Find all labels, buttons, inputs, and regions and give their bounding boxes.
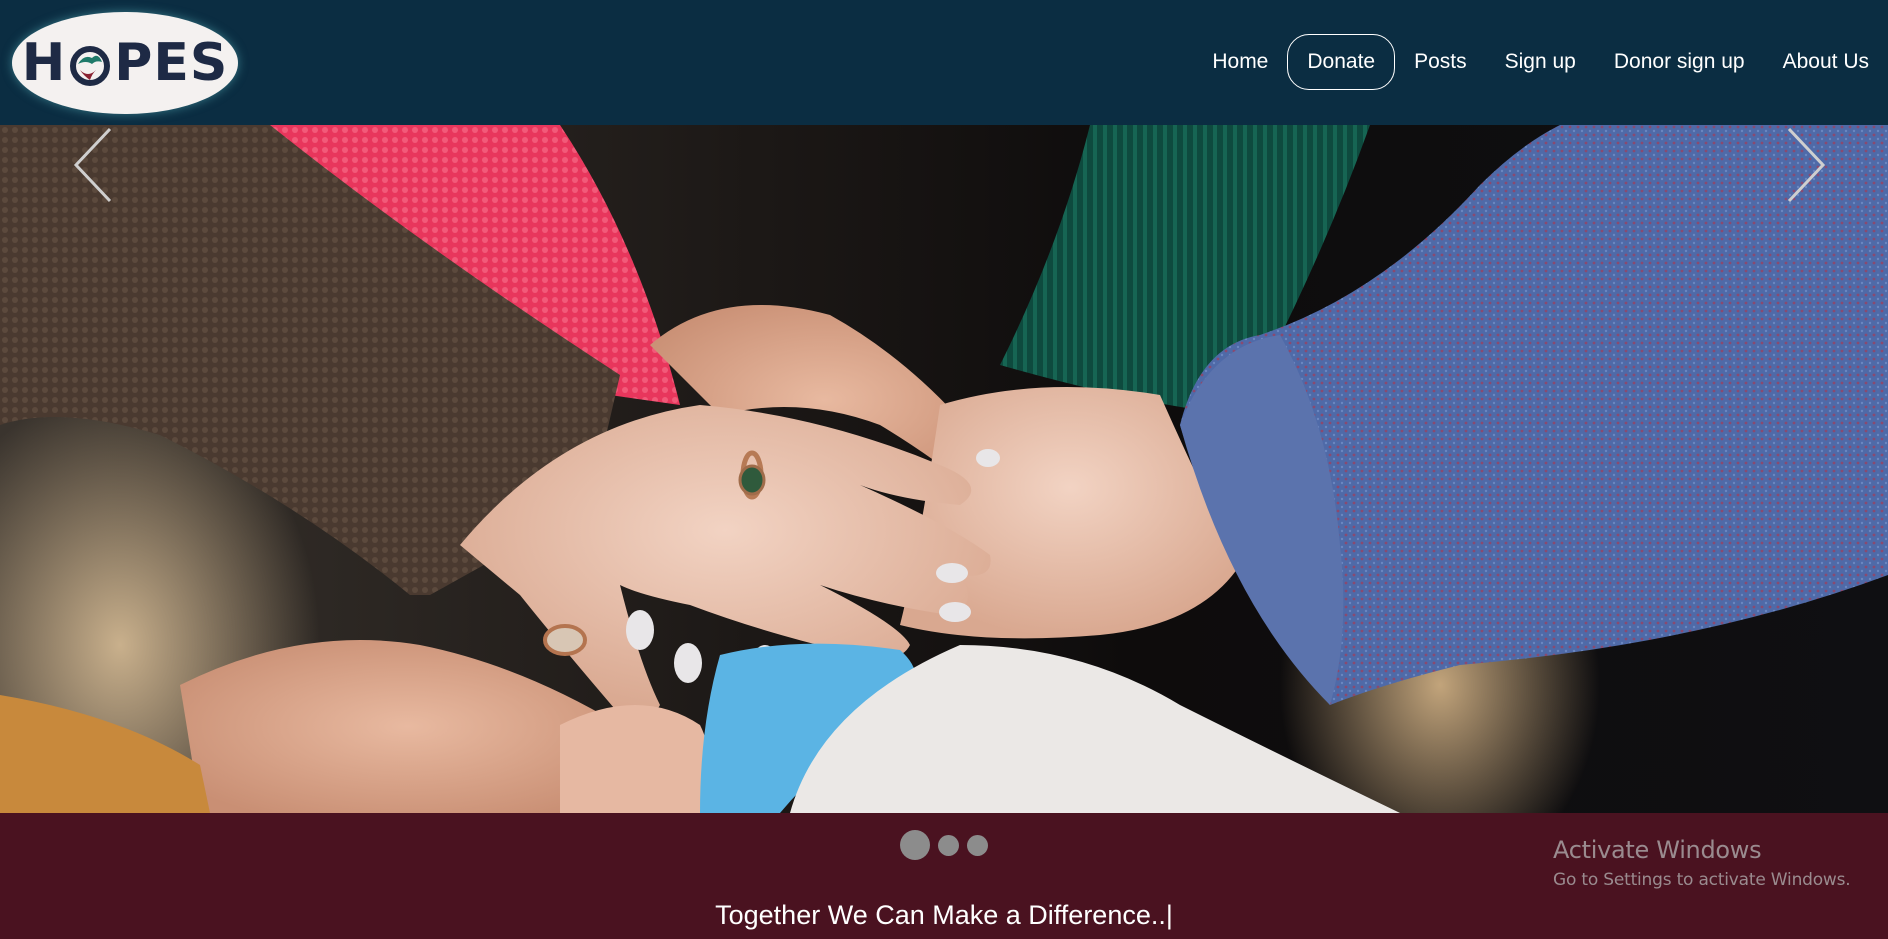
hero-tagline: Together We Can Make a Difference..| [715,900,1173,930]
main-nav: Home Donate Posts Sign up Donor sign up … [1193,34,1888,90]
carousel-prev-arrow[interactable] [72,125,116,205]
site-header: HOPES H PES Home Donate Posts Sign up Do… [0,0,1888,125]
logo-wordmark: H PES [22,33,229,93]
globe-hands-icon [68,41,112,86]
carousel-indicators [900,830,996,860]
nav-home[interactable]: Home [1193,34,1287,90]
stacked-hands-photo [0,125,1888,813]
hopes-logo[interactable]: HOPES H PES [12,12,238,114]
activate-windows-title: Activate Windows [1553,836,1762,864]
nav-sign-up[interactable]: Sign up [1486,34,1595,90]
carousel-dot-1[interactable] [900,830,930,860]
activate-windows-watermark: Activate Windows Go to Settings to activ… [1553,836,1851,890]
nav-donate[interactable]: Donate [1287,34,1396,90]
logo-letter-h: H [21,33,67,93]
nav-posts[interactable]: Posts [1395,34,1486,90]
carousel-dot-2[interactable] [938,834,959,856]
hero-carousel-slide [0,125,1888,813]
nav-donor-sign-up[interactable]: Donor sign up [1595,34,1764,90]
carousel-dot-3[interactable] [967,834,988,856]
logo-letters-pes: PES [114,33,229,93]
activate-windows-subtitle: Go to Settings to activate Windows. [1553,870,1851,890]
nav-about-us[interactable]: About Us [1764,34,1888,90]
carousel-next-arrow[interactable] [1783,125,1827,205]
